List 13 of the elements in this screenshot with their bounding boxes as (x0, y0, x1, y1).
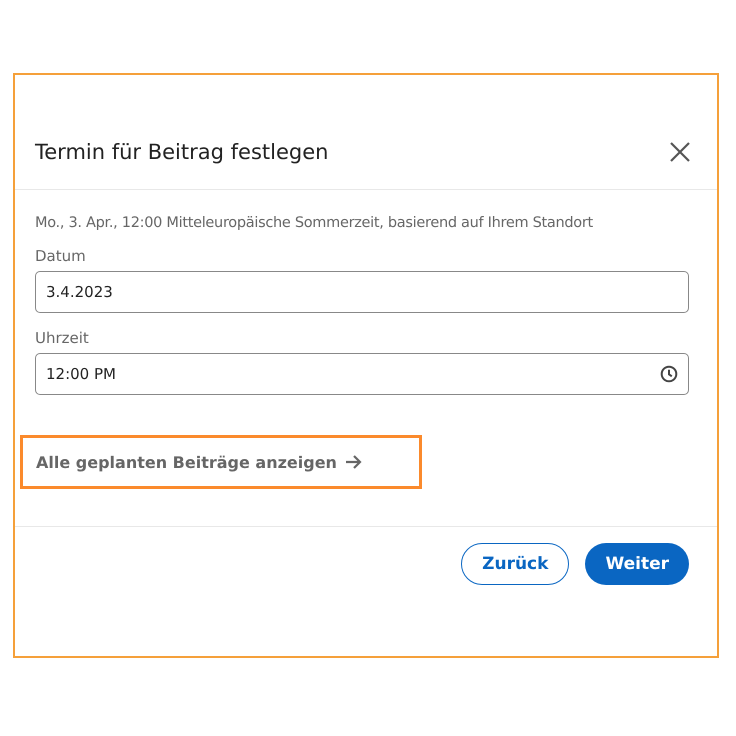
dialog-title: Termin für Beitrag festlegen (35, 140, 328, 164)
time-field[interactable]: 12:00 PM (35, 353, 689, 395)
field-label: Uhrzeit (35, 329, 90, 347)
clock-icon (660, 365, 678, 383)
timezone-note: Mo., 3. Apr., 12:00 Mitteleuropäische Sommerzeit, basierend auf Ihrem Standort (35, 215, 594, 231)
close-icon (669, 141, 691, 163)
arrow-icon (344, 454, 363, 470)
close-button[interactable] (669, 141, 691, 163)
scheduled-posts-link[interactable]: Alle geplanten Beiträge anzeigen (36, 452, 363, 472)
date-field[interactable]: 3.4.2023 (35, 271, 689, 313)
field-label: Datum (35, 247, 87, 265)
back-button[interactable]: Zurück (461, 543, 570, 585)
next-button[interactable]: Weiter (585, 543, 689, 585)
